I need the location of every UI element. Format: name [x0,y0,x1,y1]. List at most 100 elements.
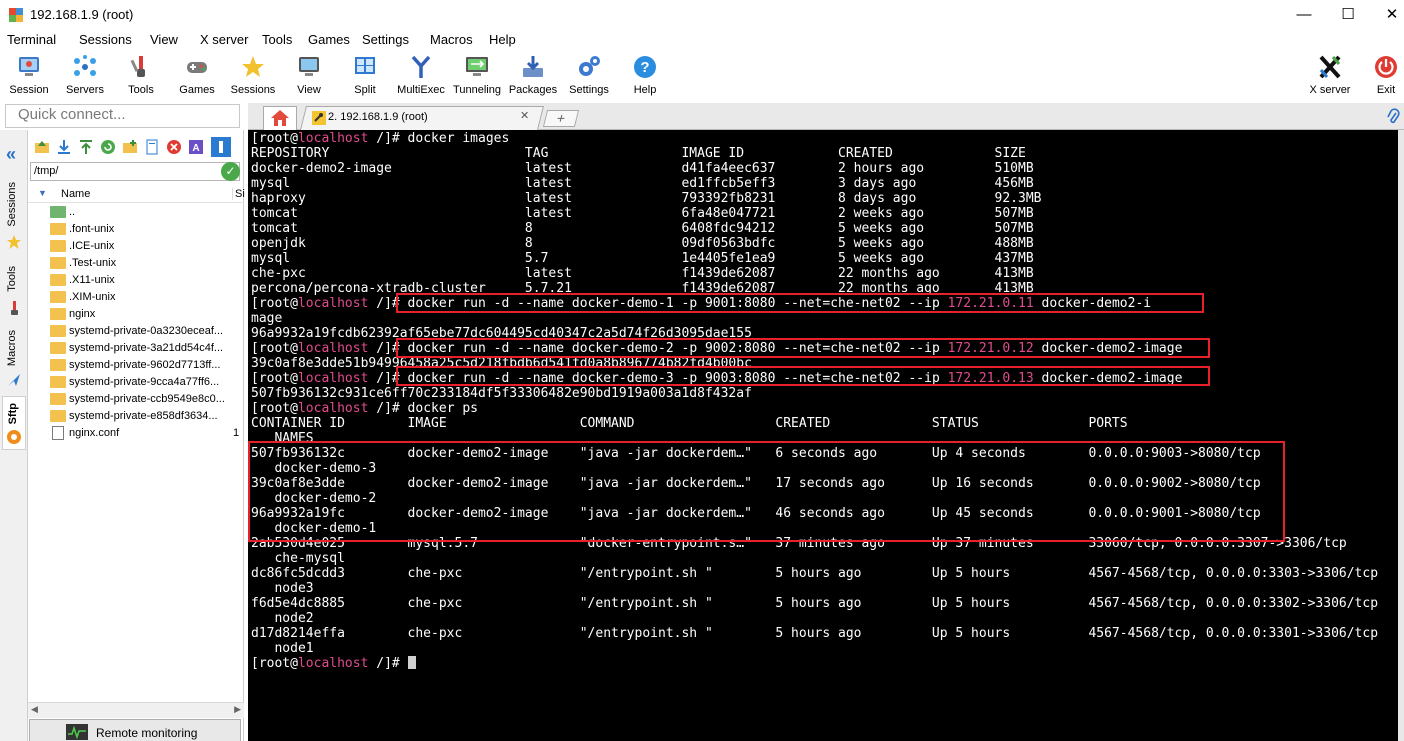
file-row[interactable]: systemd-private-e858df3634... [28,408,244,425]
terminal-line: CONTAINER ID IMAGE COMMAND CREATED STATU… [251,416,1128,431]
remote-monitoring-button[interactable]: Remote monitoring [29,719,241,741]
folder-icon [50,223,66,235]
close-button[interactable]: ✕ [1369,0,1404,30]
file-row[interactable]: systemd-private-ccb9549e8c0... [28,391,244,408]
paperclip-icon[interactable] [1386,108,1400,126]
column-size[interactable]: Si [232,188,245,200]
file-row[interactable]: nginx [28,306,244,323]
menu-help[interactable]: Help [489,32,516,47]
collapse-sidebar-icon[interactable]: « [6,144,16,165]
power-icon [1375,56,1397,78]
folder-up-icon[interactable] [34,139,50,155]
file-row[interactable]: .X11-unix [28,272,244,289]
gear-icon [579,56,600,76]
follow-terminal-icon[interactable] [210,136,232,158]
terminal-line: tomcat latest 6fa48e047721 2 weeks ago 5… [251,206,1034,221]
terminal-line: d17d8214effa che-pxc "/entrypoint.sh " 5… [251,626,1379,641]
side-tab-macros[interactable]: Macros [2,324,26,396]
file-row[interactable]: nginx.conf 1 [28,425,244,442]
side-tab-tools[interactable]: Tools [2,264,26,324]
menu-settings[interactable]: Settings [362,32,409,47]
menu-games[interactable]: Games [308,32,350,47]
servers-button[interactable]: Servers [57,52,113,98]
mobaxterm-window: 192.168.1.9 (root) — ☐ ✕ Terminal Sessio… [0,0,1404,741]
scroll-left-icon[interactable]: ◀ [31,704,38,715]
minimize-button[interactable]: — [1281,0,1327,30]
upload-icon[interactable] [78,139,94,155]
file-row[interactable]: .Test-unix [28,255,244,272]
quick-connect-input[interactable]: Quick connect... [5,104,240,128]
x-server-icon [1319,55,1341,79]
menu-tools[interactable]: Tools [262,32,292,47]
multiexec-button[interactable]: MultiExec [393,52,449,98]
path-ok-icon[interactable]: ✓ [221,162,240,181]
games-icon [187,62,207,73]
servers-icon [74,55,96,76]
rename-icon[interactable]: A [188,139,204,155]
side-tab-sftp[interactable]: Sftp [2,396,26,450]
download-icon[interactable] [56,139,72,155]
view-button[interactable]: View [281,52,337,98]
delete-icon[interactable] [166,139,182,155]
menu-terminal[interactable]: Terminal [7,32,56,47]
sessions-button[interactable]: Sessions [225,52,281,98]
tools-button[interactable]: Tools [113,52,169,98]
packages-button[interactable]: Packages [505,52,561,98]
terminal-line: 507fb936132c931ce6ff70c233184df5f3330648… [251,386,752,401]
terminal-line: openjdk 8 09df0563bdfc 5 weeks ago 488MB [251,236,1034,251]
tab-close-icon[interactable]: ✕ [520,109,529,122]
menu-macros[interactable]: Macros [430,32,473,47]
file-row[interactable]: .. [28,204,244,221]
column-name[interactable]: Name [61,188,90,200]
macros-icon [8,374,20,386]
file-row[interactable]: systemd-private-9cca4a77ff6... [28,374,244,391]
terminal-line: dc86fc5dcdd3 che-pxc "/entrypoint.sh " 5… [251,566,1379,581]
scroll-right-icon[interactable]: ▶ [234,704,241,715]
file-row[interactable]: .ICE-unix [28,238,244,255]
new-tab-button[interactable]: + [542,110,580,127]
app-icon [9,8,23,22]
packages-icon [523,56,543,77]
file-name: .XIM-unix [69,291,116,303]
terminal-output[interactable]: [root@localhost /]# node1 d17d8214effa ch… [248,130,1398,741]
session-button[interactable]: Session [1,52,57,98]
refresh-icon[interactable] [100,139,116,155]
file-name: .font-unix [69,223,115,235]
file-row[interactable]: systemd-private-0a3230eceaf... [28,323,244,340]
terminal-line: mage [251,311,283,326]
sftp-icon [7,430,21,444]
side-tab-sessions[interactable]: Sessions [2,176,26,264]
svg-text:?: ? [640,59,649,76]
sort-arrow-icon: ▼ [38,188,47,198]
home-icon [271,110,289,126]
split-button[interactable]: Split [337,52,393,98]
tunneling-button[interactable]: Tunneling [449,52,505,98]
new-folder-icon[interactable] [122,139,138,155]
file-row[interactable]: .font-unix [28,221,244,238]
file-name: .. [69,206,76,218]
new-file-icon[interactable] [144,139,160,155]
terminal-scrollbar[interactable] [1398,130,1404,741]
folder-icon [50,342,66,354]
file-name: nginx [69,308,96,320]
menu-x-server[interactable]: X server [200,32,248,47]
x-server-button[interactable]: X server [1302,52,1358,98]
file-list: .. .font-unix .ICE-unix .Test-unix .X11-unix… [28,204,244,442]
file-row[interactable]: systemd-private-3a21dd54c4f... [28,340,244,357]
session-tab-label: 2. 192.168.1.9 (root) [328,111,428,123]
file-row[interactable]: systemd-private-9602d7713ff... [28,357,244,374]
file-row[interactable]: .XIM-unix [28,289,244,306]
settings-button[interactable]: Settings [561,52,617,98]
menu-sessions[interactable]: Sessions [79,32,132,47]
multiexec-icon [411,55,431,78]
tab-home[interactable] [263,106,297,130]
games-button[interactable]: Games [169,52,225,98]
folder-icon [50,376,66,388]
menu-view[interactable]: View [150,32,178,47]
sftp-path-input[interactable]: /tmp/ ✓ [30,162,240,181]
help-button[interactable]: ? Help [617,52,673,98]
horizontal-scrollbar[interactable]: ◀ ▶ [28,702,244,718]
exit-button[interactable]: Exit [1358,52,1404,98]
maximize-button[interactable]: ☐ [1325,0,1371,30]
tools-icon [130,56,145,77]
